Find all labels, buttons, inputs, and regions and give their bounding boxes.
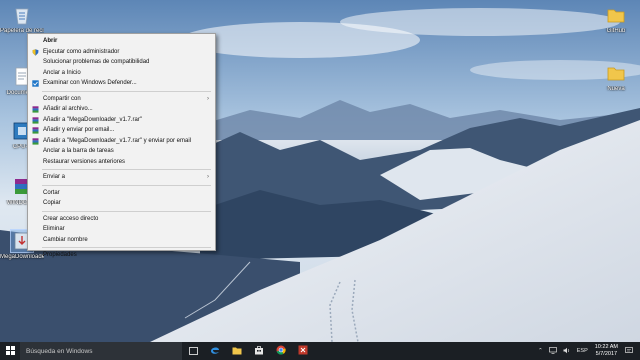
windows-logo-icon xyxy=(5,342,15,360)
notifications-icon[interactable] xyxy=(622,346,636,356)
menu-item-share-with[interactable]: Compartir con › xyxy=(28,94,215,105)
store-icon xyxy=(254,342,264,360)
menu-item-cut[interactable]: Cortar xyxy=(28,188,215,199)
folder-icon xyxy=(605,4,627,26)
desktop-icon-recycle-bin[interactable]: Papelera de reciclaje xyxy=(0,4,44,35)
menu-separator xyxy=(42,184,211,186)
task-view-button[interactable] xyxy=(182,342,204,360)
context-menu: Abrir Ejecutar como administrador Soluci… xyxy=(27,33,216,258)
menu-item-pin-to-start[interactable]: Anclar a Inicio xyxy=(28,68,215,79)
file-explorer-icon xyxy=(232,342,242,360)
search-placeholder: Búsqueda en Windows xyxy=(26,347,93,355)
system-tray: ⌃ ESP 10:22 AM 5/7/2017 xyxy=(535,342,640,360)
desktop-icon-label: GitHub xyxy=(606,28,626,34)
taskbar-store-button[interactable] xyxy=(248,342,270,360)
chevron-right-icon: › xyxy=(207,95,209,102)
recycle-bin-icon xyxy=(11,4,33,26)
menu-item-add-to-archive[interactable]: Añadir al archivo... xyxy=(28,104,215,115)
defender-icon xyxy=(32,80,39,87)
menu-item-send-to[interactable]: Enviar a › xyxy=(28,172,215,183)
chevron-up-icon[interactable]: ⌃ xyxy=(535,348,546,354)
taskbar-chrome-button[interactable] xyxy=(270,342,292,360)
menu-separator xyxy=(42,210,211,212)
taskbar-app-button[interactable] xyxy=(292,342,314,360)
menu-item-pin-to-taskbar[interactable]: Anclar a la barra de tareas xyxy=(28,146,215,157)
winrar-icon xyxy=(32,137,39,145)
menu-item-scan-defender[interactable]: Examinar con Windows Defender... xyxy=(28,78,215,89)
menu-item-properties[interactable]: Propiedades xyxy=(28,250,215,261)
app-icon xyxy=(298,342,308,360)
edge-icon xyxy=(210,342,220,360)
desktop-icon-folder-github[interactable]: GitHub xyxy=(594,4,638,35)
menu-item-restore-previous[interactable]: Restaurar versiones anteriores xyxy=(28,157,215,168)
menu-item-run-as-admin[interactable]: Ejecutar como administrador xyxy=(28,47,215,58)
menu-item-add-and-email[interactable]: Añadir y enviar por email... xyxy=(28,125,215,136)
menu-item-abrir[interactable]: Abrir xyxy=(28,36,215,47)
chevron-right-icon: › xyxy=(207,174,209,180)
clock[interactable]: 10:22 AM 5/7/2017 xyxy=(591,344,622,358)
language-indicator[interactable]: ESP xyxy=(574,348,591,354)
shield-icon xyxy=(32,48,39,56)
desktop-icon-label: Nueva xyxy=(607,86,625,92)
taskbar-explorer-button[interactable] xyxy=(226,342,248,360)
menu-item-add-to-rar-and-email[interactable]: Añadir a "MegaDownloader_v1.7.rar" y env… xyxy=(28,136,215,147)
menu-separator xyxy=(42,247,211,248)
chrome-icon xyxy=(276,342,286,360)
folder-icon xyxy=(605,62,627,84)
taskbar: Búsqueda en Windows ⌃ ESP 10:22 AM 5/7/2… xyxy=(0,342,640,360)
winrar-icon xyxy=(32,116,39,124)
menu-item-rename[interactable]: Cambiar nombre xyxy=(28,235,215,246)
start-button[interactable] xyxy=(0,342,20,360)
task-view-icon xyxy=(188,342,198,360)
menu-item-copy[interactable]: Copiar xyxy=(28,198,215,209)
volume-icon[interactable] xyxy=(560,347,574,356)
taskbar-search-box[interactable]: Búsqueda en Windows xyxy=(20,342,182,360)
menu-item-add-to-rar[interactable]: Añadir a "MegaDownloader_v1.7.rar" xyxy=(28,115,215,126)
winrar-icon xyxy=(32,127,39,134)
menu-item-create-shortcut[interactable]: Crear acceso directo xyxy=(28,214,215,225)
network-icon[interactable] xyxy=(546,346,560,356)
clock-date: 5/7/2017 xyxy=(595,351,618,357)
desktop-icon-folder-nueva[interactable]: Nueva xyxy=(594,62,638,93)
taskbar-edge-button[interactable] xyxy=(204,342,226,360)
winrar-icon xyxy=(32,106,39,113)
menu-separator xyxy=(42,90,211,92)
menu-item-delete[interactable]: Eliminar xyxy=(28,224,215,235)
menu-item-troubleshoot-compat[interactable]: Solucionar problemas de compatibilidad xyxy=(28,57,215,68)
clock-time: 10:22 AM xyxy=(594,344,618,350)
menu-separator xyxy=(42,169,211,170)
